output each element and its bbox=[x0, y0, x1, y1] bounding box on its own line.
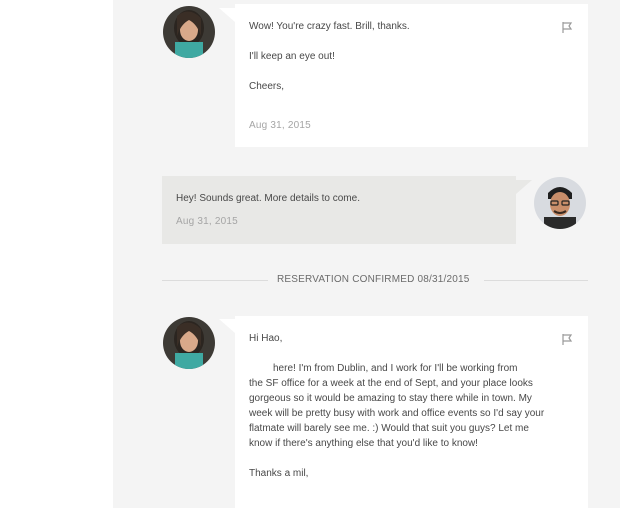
message-caret bbox=[219, 319, 235, 333]
message-text: I'll keep an eye out! bbox=[249, 51, 335, 62]
host-message-bubble: Hey! Sounds great. More details to come.… bbox=[162, 176, 516, 244]
guest-avatar[interactable] bbox=[163, 317, 215, 369]
message-bubble: Wow! You're crazy fast. Brill, thanks. I… bbox=[235, 4, 588, 147]
message-date: Aug 31, 2015 bbox=[249, 120, 311, 131]
reservation-confirmed-label: RESERVATION CONFIRMED 08/31/2015 bbox=[277, 274, 470, 285]
flag-icon[interactable] bbox=[560, 332, 574, 346]
message-text: the SF office for a week at the end of S… bbox=[249, 378, 533, 389]
message-text: Wow! You're crazy fast. Brill, thanks. bbox=[249, 21, 410, 32]
message-text: Hey! Sounds great. More details to come. bbox=[176, 193, 360, 204]
message-bubble: Hi Hao, here! I'm from Dublin, and I wor… bbox=[235, 316, 588, 508]
guest-avatar[interactable] bbox=[163, 6, 215, 58]
message-text: week will be pretty busy with work and o… bbox=[249, 408, 545, 419]
message-caret bbox=[219, 8, 235, 22]
message-text: flatmate will barely see me. :) Would th… bbox=[249, 423, 529, 434]
message-caret bbox=[516, 180, 532, 194]
divider-line-left bbox=[162, 280, 268, 281]
host-avatar[interactable] bbox=[534, 177, 586, 229]
message-text: gorgeous so it would be amazing to stay … bbox=[249, 393, 532, 404]
message-text: know if there's anything else that you'd… bbox=[249, 438, 478, 449]
message-date: Aug 31, 2015 bbox=[176, 216, 238, 227]
message-closing: Thanks a mil, bbox=[249, 468, 309, 479]
flag-icon[interactable] bbox=[560, 20, 574, 34]
message-text: Cheers, bbox=[249, 81, 285, 92]
message-text: here! I'm from Dublin, and I work for I'… bbox=[273, 363, 518, 374]
divider-line-right bbox=[484, 280, 588, 281]
message-greeting: Hi Hao, bbox=[249, 333, 283, 344]
